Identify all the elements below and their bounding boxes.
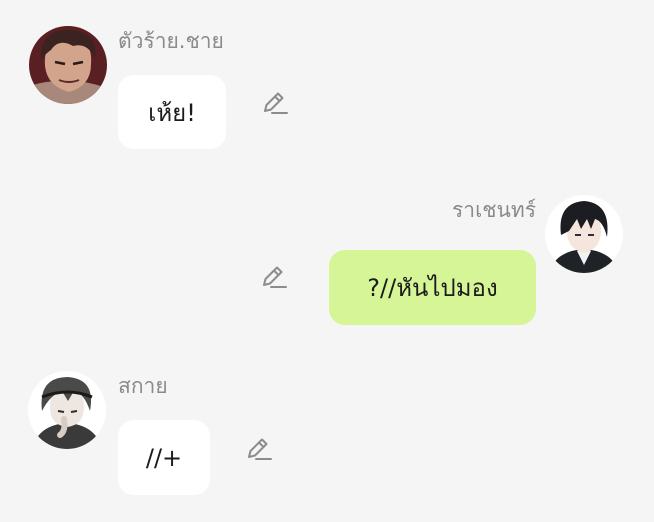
message-bubble[interactable]: ?//หันไปมอง	[329, 250, 536, 325]
sender-name: ตัวร้าย.ชาย	[118, 29, 224, 53]
pencil-edit-icon[interactable]	[259, 262, 289, 292]
avatar-rachen[interactable]	[545, 195, 623, 273]
message-bubble[interactable]: //+	[118, 420, 210, 495]
message-bubble[interactable]: เห้ย!	[118, 75, 226, 149]
sender-name: ราเชนทร์	[452, 198, 536, 222]
pencil-edit-icon[interactable]	[260, 88, 290, 118]
avatar-villain-man[interactable]	[29, 26, 107, 104]
sender-name: สกาย	[118, 374, 168, 398]
pencil-edit-icon[interactable]	[244, 434, 274, 464]
avatar-sky[interactable]	[28, 371, 106, 449]
